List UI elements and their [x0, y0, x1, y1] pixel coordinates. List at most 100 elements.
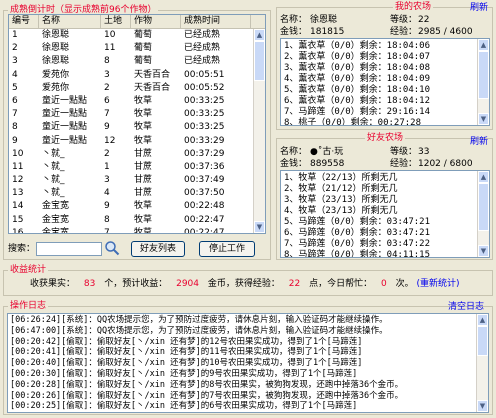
stats-title: 收益统计 [8, 265, 49, 276]
friend-list-button[interactable]: 好友列表 [131, 241, 185, 257]
clear-log-link[interactable]: 清空日志 [448, 301, 484, 313]
list-item: [06:47:00][系统]：QQ农场提示您，为了预防过度疲劳，请休息片刻，输入… [10, 325, 388, 336]
scroll-thumb[interactable] [478, 183, 489, 231]
scroll-up-arrow[interactable]: ▲ [478, 39, 489, 51]
table-cell: 14 [12, 201, 24, 212]
scroll-down-arrow[interactable]: ▼ [477, 400, 488, 412]
table-cell: 童近一點點 [42, 122, 88, 133]
search-label: 搜索： [8, 244, 36, 254]
reset-stats-link[interactable]: (重新统计) [417, 279, 460, 289]
my-name-value: 徐恩聪 [310, 15, 338, 25]
table-cell: 00:22:47 [184, 214, 225, 225]
list-item: 5、薰衣草（0/0）剩余：18:04:10 [284, 85, 431, 95]
list-item: 2、薰衣草（0/0）剩余：18:04:07 [284, 52, 431, 62]
scroll-thumb[interactable] [477, 326, 488, 356]
scroll-down-arrow[interactable]: ▼ [254, 221, 265, 233]
table-cell: 牧草 [134, 109, 153, 120]
table-cell: 1 [12, 30, 18, 40]
table-cell: 00:05:52 [184, 82, 225, 93]
harvest-unit: 个，预计收益： [104, 279, 168, 289]
table-cell: 5 [12, 82, 18, 93]
table-row[interactable]: 5 爱苑你 2 天香百合 00:05:52 [9, 82, 265, 95]
scroll-up-arrow[interactable]: ▲ [254, 29, 265, 41]
table-cell: 徐恩聪 [42, 56, 70, 67]
harvest-label: 收获果实： [30, 279, 76, 289]
list-item: 1、薰衣草（0/0）剩余：18:04:06 [284, 41, 431, 51]
table-cell: 8 [104, 214, 110, 225]
table-row[interactable]: 12 丶就_ 3 甘蔗 00:37:49 [9, 174, 265, 187]
my-level-label: 等级： [390, 15, 418, 25]
stop-button[interactable]: 停止工作 [199, 241, 255, 257]
list-item: [00:20:41][偷取]：偷取好友[丶/xin 还有梦]的11号农田果实成功… [10, 347, 363, 358]
harvest-value: 83 [83, 279, 96, 289]
friend-farm-scrollbar[interactable]: ▲ ▼ [477, 171, 489, 257]
col-header-land[interactable]: 土地 [101, 15, 131, 28]
friend-gold-value: 889558 [310, 159, 345, 169]
list-item: [00:20:26][偷取]：偷取好友[丶/xin 还有梦]的7号农田果实，被狗… [10, 390, 404, 401]
countdown-table[interactable]: 编号 名称 土地 作物 成熟时间 1 徐恩聪 10 葡萄 已经成熟 2 徐恩聪 11 葡萄 已经成… [8, 14, 266, 234]
log-scrollbar[interactable]: ▲ ▼ [476, 314, 488, 412]
col-header-time[interactable]: 成熟时间 [181, 15, 251, 28]
list-item: 7、马蹄莲（0/0）剩余：29:16:14 [284, 107, 431, 117]
my-farm-refresh-link[interactable]: 刷新 [470, 2, 488, 14]
table-row[interactable]: 1 徐恩聪 10 葡萄 已经成熟 [9, 29, 265, 42]
table-cell: 金宝宽 [42, 201, 70, 212]
table-cell: 4 [12, 69, 18, 80]
table-row[interactable]: 3 徐恩聪 8 葡萄 已经成熟 [9, 55, 265, 68]
table-scrollbar[interactable]: ▲ ▼ [253, 29, 265, 233]
log-list[interactable]: [06:26:24][系统]：QQ农场提示您，为了预防过度疲劳，请休息片刻，输入… [7, 313, 489, 413]
list-item: 7、马蹄莲（0/0）剩余：03:47:22 [284, 239, 431, 249]
table-cell: 8 [12, 122, 18, 133]
scroll-down-arrow[interactable]: ▼ [478, 113, 489, 125]
my-farm-lines: 1、薰衣草（0/0）剩余：18:04:06 2、薰衣草（0/0）剩余：18:04:… [281, 39, 489, 126]
table-cell: 徐恩聪 [42, 43, 70, 54]
friend-farm-refresh-link[interactable]: 刷新 [470, 136, 488, 148]
table-row[interactable]: 4 爱苑你 3 天香百合 00:05:51 [9, 69, 265, 82]
friend-farm-title: 好友农场 [365, 133, 406, 144]
table-row[interactable]: 16 金宝宽 7 牧草 00:22:47 [9, 227, 265, 233]
table-row[interactable]: 7 童近一點點 7 牧草 00:33:25 [9, 108, 265, 121]
table-row[interactable]: 8 童近一點點 9 牧草 00:33:25 [9, 121, 265, 134]
scroll-up-arrow[interactable]: ▲ [478, 171, 489, 183]
table-cell: 2 [104, 148, 110, 159]
table-cell: 甘蔗 [134, 161, 153, 172]
my-exp-label: 经验： [390, 27, 418, 37]
table-cell: 11 [104, 43, 116, 54]
table-cell: 金宝宽 [42, 214, 70, 225]
magnifier-icon[interactable] [104, 240, 120, 256]
table-cell: 已经成熟 [184, 30, 221, 40]
table-row[interactable]: 10 丶就_ 2 甘蔗 00:37:29 [9, 148, 265, 161]
table-cell: 10 [12, 148, 24, 159]
my-farm-scrollbar[interactable]: ▲ ▼ [477, 39, 489, 125]
table-row[interactable]: 14 金宝宽 9 牧草 00:22:48 [9, 200, 265, 213]
scroll-thumb[interactable] [478, 51, 489, 99]
table-cell: 2 [104, 82, 110, 93]
my-name-label: 名称： [280, 15, 308, 25]
table-row[interactable]: 2 徐恩聪 11 葡萄 已经成熟 [9, 42, 265, 55]
list-item: 8、桃子（0/0）剩余：00:27:28 [284, 118, 422, 126]
scroll-up-arrow[interactable]: ▲ [477, 314, 488, 326]
list-item: [00:20:42][偷取]：偷取好友[丶/xin 还有梦]的12号农田果实成功… [10, 336, 363, 347]
table-cell: 3 [104, 69, 110, 80]
table-row[interactable]: 6 童近一點點 6 牧草 00:33:25 [9, 95, 265, 108]
col-header-crop[interactable]: 作物 [131, 15, 181, 28]
scroll-down-arrow[interactable]: ▼ [478, 245, 489, 257]
table-row[interactable]: 9 童近一點點 12 牧草 00:33:29 [9, 135, 265, 148]
stats-line: 收获果实： 83 个，预计收益： 2904 金币，获得经验： 22 点，今日帮忙… [30, 278, 460, 290]
friend-exp-value: 1202 / 6800 [418, 159, 473, 169]
my-farm-list[interactable]: 1、薰衣草（0/0）剩余：18:04:06 2、薰衣草（0/0）剩余：18:04:… [280, 38, 490, 126]
list-item: [00:20:28][偷取]：偷取好友[丶/xin 还有梦]的8号农田果实，被狗… [10, 379, 404, 390]
friend-farm-list[interactable]: 1、牧草（22/13）所剩无几 2、牧草（21/12）所剩无几 3、牧草（23/13… [280, 170, 490, 258]
table-row[interactable]: 15 金宝宽 8 牧草 00:22:47 [9, 214, 265, 227]
list-item: 6、薰衣草（0/0）剩余：18:04:12 [284, 96, 431, 106]
table-cell: 牧草 [134, 214, 153, 225]
table-cell: 丶就_ [42, 175, 65, 186]
table-row[interactable]: 13 丶就_ 4 甘蔗 00:37:50 [9, 187, 265, 200]
col-header-id[interactable]: 编号 [9, 15, 39, 28]
table-cell: 12 [12, 175, 24, 186]
table-row[interactable]: 11 丶就_ 1 甘蔗 00:37:36 [9, 161, 265, 174]
table-cell: 童近一點點 [42, 135, 88, 146]
col-header-name[interactable]: 名称 [39, 15, 101, 28]
scroll-thumb[interactable] [254, 41, 265, 81]
search-input[interactable] [36, 242, 102, 256]
